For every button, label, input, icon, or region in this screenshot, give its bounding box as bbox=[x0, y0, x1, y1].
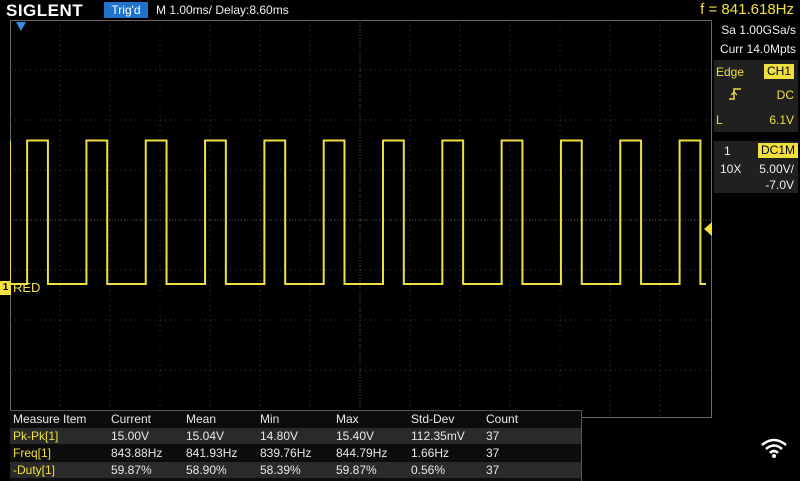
measure-count: 37 bbox=[486, 429, 500, 443]
measure-mean: 15.04V bbox=[186, 429, 225, 443]
rising-edge-icon bbox=[728, 87, 742, 106]
measure-current: 843.88Hz bbox=[111, 446, 163, 460]
measurement-row[interactable]: -Duty[1] 59.87% 58.90% 58.39% 59.87% 0.5… bbox=[10, 462, 581, 478]
column-header: Std-Dev bbox=[411, 412, 455, 426]
trigger-position-marker[interactable] bbox=[16, 22, 26, 31]
measure-mean: 58.90% bbox=[186, 463, 227, 477]
channel-1-info-box[interactable]: 1 DC1M 10X 5.00V/ -7.0V bbox=[714, 141, 799, 193]
measure-count: 37 bbox=[486, 463, 500, 477]
graticule-border bbox=[10, 20, 712, 418]
trigger-source-badge: CH1 bbox=[764, 64, 795, 79]
channel-1-offset-marker[interactable]: 1 bbox=[0, 281, 11, 295]
measure-item: Pk-Pk[1] bbox=[13, 429, 59, 443]
column-header: Min bbox=[260, 412, 280, 426]
top-status-bar: SIGLENT Trig'd M 1.00ms/ Delay:8.60ms f … bbox=[0, 0, 800, 20]
trigger-status-badge[interactable]: Trig'd bbox=[104, 2, 148, 18]
trigger-coupling: DC bbox=[776, 88, 794, 102]
wifi-icon[interactable] bbox=[760, 437, 788, 464]
measure-mean: 841.93Hz bbox=[186, 446, 238, 460]
column-header: Max bbox=[336, 412, 359, 426]
column-header: Current bbox=[111, 412, 152, 426]
measure-max: 15.40V bbox=[336, 429, 375, 443]
measurement-row[interactable]: Pk-Pk[1] 15.00V 15.04V 14.80V 15.40V 112… bbox=[10, 428, 581, 444]
measure-min: 839.76Hz bbox=[260, 446, 312, 460]
channel-number: 1 bbox=[724, 144, 731, 158]
trigger-type: Edge bbox=[716, 65, 745, 79]
measure-min: 58.39% bbox=[260, 463, 301, 477]
trigger-level-value: 6.1V bbox=[769, 113, 794, 127]
measure-max: 844.79Hz bbox=[336, 446, 388, 460]
measurement-table[interactable]: Measure Item Current Mean Min Max Std-De… bbox=[10, 410, 582, 481]
measure-stddev: 0.56% bbox=[411, 463, 446, 477]
channel-coupling-badge: DC1M bbox=[758, 143, 799, 158]
measurement-row[interactable]: Freq[1] 843.88Hz 841.93Hz 839.76Hz 844.7… bbox=[10, 445, 581, 461]
measure-min: 14.80V bbox=[260, 429, 299, 443]
column-header: Measure Item bbox=[13, 412, 87, 426]
memory-depth: Curr 14.0Mpts bbox=[719, 42, 796, 56]
brand-logo: SIGLENT bbox=[6, 1, 84, 20]
trigger-level-label: L bbox=[716, 113, 723, 127]
measure-count: 37 bbox=[486, 446, 500, 460]
measure-item: -Duty[1] bbox=[13, 463, 56, 477]
measure-stddev: 112.35mV bbox=[411, 429, 465, 443]
waveform-label: RED bbox=[13, 280, 41, 295]
measurement-header-row: Measure Item Current Mean Min Max Std-De… bbox=[10, 411, 581, 427]
timebase-readout[interactable]: M 1.00ms/ Delay:8.60ms bbox=[156, 3, 289, 17]
trigger-level-marker[interactable] bbox=[704, 222, 712, 236]
vertical-scale: 5.00V/ bbox=[759, 162, 794, 176]
waveform-display[interactable] bbox=[10, 20, 712, 418]
measure-max: 59.87% bbox=[336, 463, 377, 477]
sample-rate: Sa 1.00GSa/s bbox=[721, 23, 796, 37]
trigger-info-box[interactable]: Edge CH1 DC L 6.1V bbox=[714, 60, 798, 132]
measure-stddev: 1.66Hz bbox=[411, 446, 450, 460]
right-info-panel: Sa 1.00GSa/s Curr 14.0Mpts Edge CH1 DC L… bbox=[712, 20, 800, 480]
column-header: Mean bbox=[186, 412, 217, 426]
vertical-offset: -7.0V bbox=[765, 178, 794, 192]
column-header: Count bbox=[486, 412, 519, 426]
measure-item: Freq[1] bbox=[13, 446, 52, 460]
channel-1-waveform bbox=[10, 139, 706, 285]
graticule bbox=[10, 20, 712, 418]
probe-attenuation: 10X bbox=[720, 162, 742, 176]
measure-current: 59.87% bbox=[111, 463, 152, 477]
frequency-counter: f = 841.618Hz bbox=[700, 1, 794, 18]
measure-current: 15.00V bbox=[111, 429, 150, 443]
